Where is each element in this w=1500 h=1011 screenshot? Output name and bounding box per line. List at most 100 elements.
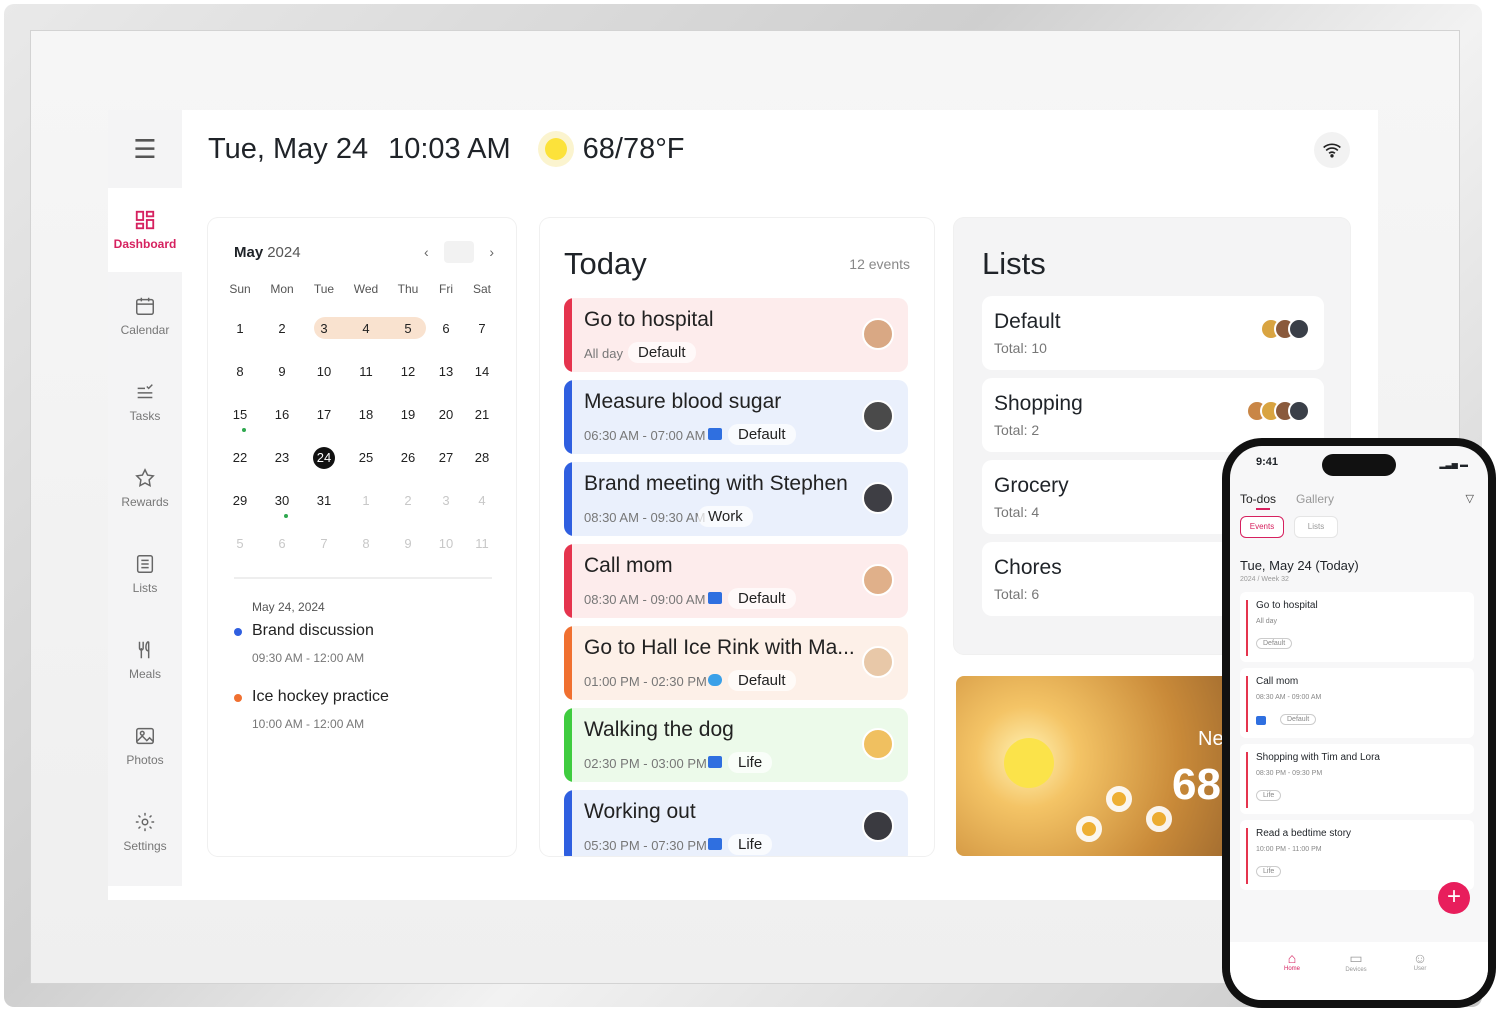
chevron-right-icon[interactable]: › [489, 244, 494, 260]
event-card[interactable]: Go to Hall Ice Rink with Ma... 01:00 PM -… [564, 626, 908, 700]
avatar [1288, 318, 1310, 340]
event-title: Measure blood sugar [584, 390, 782, 413]
event-card[interactable]: Measure blood sugar 06:30 AM - 07:00 AM De… [564, 380, 908, 454]
event-dot [242, 428, 246, 432]
calendar-day[interactable]: 1 [224, 318, 256, 340]
calendar-day[interactable]: 7 [308, 533, 340, 555]
calendar-day[interactable]: 11 [466, 533, 498, 555]
calendar-day[interactable]: 3 [430, 490, 462, 512]
filter-icon[interactable]: ▽ [1466, 492, 1474, 505]
pill-events[interactable]: Events [1240, 516, 1284, 538]
calendar-day[interactable]: 15 [224, 404, 256, 426]
today-events-panel: Today 12 events Go to hospital All day Def… [540, 218, 934, 856]
calendar-day[interactable]: 7 [466, 318, 498, 340]
list-name: Grocery [994, 474, 1069, 497]
calendar-day[interactable]: 9 [266, 361, 298, 383]
calendar-day[interactable]: 28 [466, 447, 498, 469]
event-card[interactable]: Go to hospital All day Default [564, 298, 908, 372]
calendar-day[interactable]: 22 [224, 447, 256, 469]
calendar-day[interactable]: 8 [350, 533, 382, 555]
hamburger-menu-button[interactable]: ☰ [108, 110, 182, 188]
calendar-day[interactable]: 23 [266, 447, 298, 469]
tab-todos[interactable]: To-dos [1240, 492, 1276, 506]
sidebar-item-calendar[interactable]: Calendar [108, 274, 182, 358]
calendar-day[interactable]: 14 [466, 361, 498, 383]
calendar-day[interactable]: 5 [392, 318, 424, 340]
calendar-day[interactable]: 3 [308, 318, 340, 340]
event-card[interactable]: Walking the dog 02:30 PM - 03:00 PM Life [564, 708, 908, 782]
calendar-day[interactable]: 5 [224, 533, 256, 555]
calendar-day[interactable]: 12 [392, 361, 424, 383]
agenda-item-time: 10:00 AM - 12:00 AM [252, 717, 365, 731]
calendar-day[interactable]: 18 [350, 404, 382, 426]
calendar-day[interactable]: 26 [392, 447, 424, 469]
calendar-today-button[interactable] [444, 241, 474, 263]
event-title: Brand meeting with Stephen [584, 472, 848, 495]
pill-lists[interactable]: Lists [1294, 516, 1338, 538]
calendar-day[interactable]: 6 [266, 533, 298, 555]
event-card[interactable]: Brand meeting with Stephen 08:30 AM - 09:… [564, 462, 908, 536]
calendar-day[interactable]: 4 [350, 318, 382, 340]
calendar-day[interactable]: 4 [466, 490, 498, 512]
sidebar-item-photos[interactable]: Photos [108, 704, 182, 788]
phone-event-card[interactable]: Shopping with Tim and Lora 08:30 PM - 09:… [1240, 744, 1474, 814]
tab-gallery[interactable]: Gallery [1296, 492, 1334, 506]
calendar-day[interactable]: 10 [308, 361, 340, 383]
nav-devices[interactable]: ▭ Devices [1336, 950, 1376, 973]
event-color-bar [564, 790, 572, 856]
calendar-nav: ‹ › [424, 240, 494, 264]
calendar-day[interactable]: 25 [350, 447, 382, 469]
calendar-day[interactable]: 8 [224, 361, 256, 383]
sidebar-item-label: Dashboard [113, 237, 177, 251]
event-color-bar [564, 380, 572, 454]
wifi-icon [1323, 143, 1341, 158]
event-time: 08:30 AM - 09:00 AM [584, 592, 706, 607]
phone-event-card[interactable]: Read a bedtime story 10:00 PM - 11:00 PM L… [1240, 820, 1474, 890]
phone-event-card[interactable]: Go to hospital All day Default [1240, 592, 1474, 662]
event-card[interactable]: Working out 05:30 PM - 07:30 PM Life [564, 790, 908, 856]
event-time: 08:30 PM - 09:30 PM [1256, 770, 1323, 777]
calendar-day[interactable]: 2 [392, 490, 424, 512]
list-item-default[interactable]: Default Total: 10 [982, 296, 1324, 370]
nav-home[interactable]: ⌂ Home [1272, 950, 1312, 972]
calendar-day[interactable]: 16 [266, 404, 298, 426]
calendar-day[interactable]: 19 [392, 404, 424, 426]
list-name: Shopping [994, 392, 1083, 415]
calendar-day[interactable]: 20 [430, 404, 462, 426]
sidebar-item-tasks[interactable]: Tasks [108, 360, 182, 444]
calendar-day[interactable]: 13 [430, 361, 462, 383]
list-total: Total: 10 [994, 340, 1047, 356]
sidebar-item-rewards[interactable]: Rewards [108, 446, 182, 530]
calendar-day[interactable]: 21 [466, 404, 498, 426]
calendar-day[interactable]: 1 [350, 490, 382, 512]
calendar-day[interactable]: 2 [266, 318, 298, 340]
calendar-day[interactable]: 17 [308, 404, 340, 426]
agenda-item-title[interactable]: Brand discussion [252, 622, 374, 640]
calendar-day[interactable]: 10 [430, 533, 462, 555]
calendar-day[interactable]: 31 [308, 490, 340, 512]
sidebar-item-lists[interactable]: Lists [108, 532, 182, 616]
phone-event-card[interactable]: Call mom 08:30 AM - 09:00 AM Default [1240, 668, 1474, 738]
calendar-day[interactable]: 9 [392, 533, 424, 555]
list-total: Total: 4 [994, 504, 1039, 520]
event-time: All day [584, 346, 624, 361]
calendar-day[interactable]: 29 [224, 490, 256, 512]
calendar-day[interactable]: 30 [266, 490, 298, 512]
avatar [862, 400, 894, 432]
sidebar-item-settings[interactable]: Settings [108, 790, 182, 874]
phone-screen: 9:41 ▂▃▅ ▬ To-dos Gallery ▽ Events Lists… [1230, 446, 1488, 1000]
calendar-day[interactable]: 11 [350, 361, 382, 383]
add-button[interactable]: + [1438, 882, 1470, 914]
calendar-day[interactable]: 27 [430, 447, 462, 469]
sidebar-item-meals[interactable]: Meals [108, 618, 182, 702]
calendar-day[interactable]: 24 [313, 447, 335, 469]
wifi-button[interactable] [1314, 132, 1350, 168]
calendar-day[interactable]: 6 [430, 318, 462, 340]
sidebar-item-dashboard[interactable]: Dashboard [108, 188, 182, 272]
sidebar-item-label: Rewards [121, 495, 169, 509]
agenda-item-title[interactable]: Ice hockey practice [252, 688, 389, 706]
event-card[interactable]: Call mom 08:30 AM - 09:00 AM Default [564, 544, 908, 618]
nav-user[interactable]: ☺ User [1400, 950, 1440, 972]
gear-icon [135, 812, 155, 832]
chevron-left-icon[interactable]: ‹ [424, 244, 429, 260]
